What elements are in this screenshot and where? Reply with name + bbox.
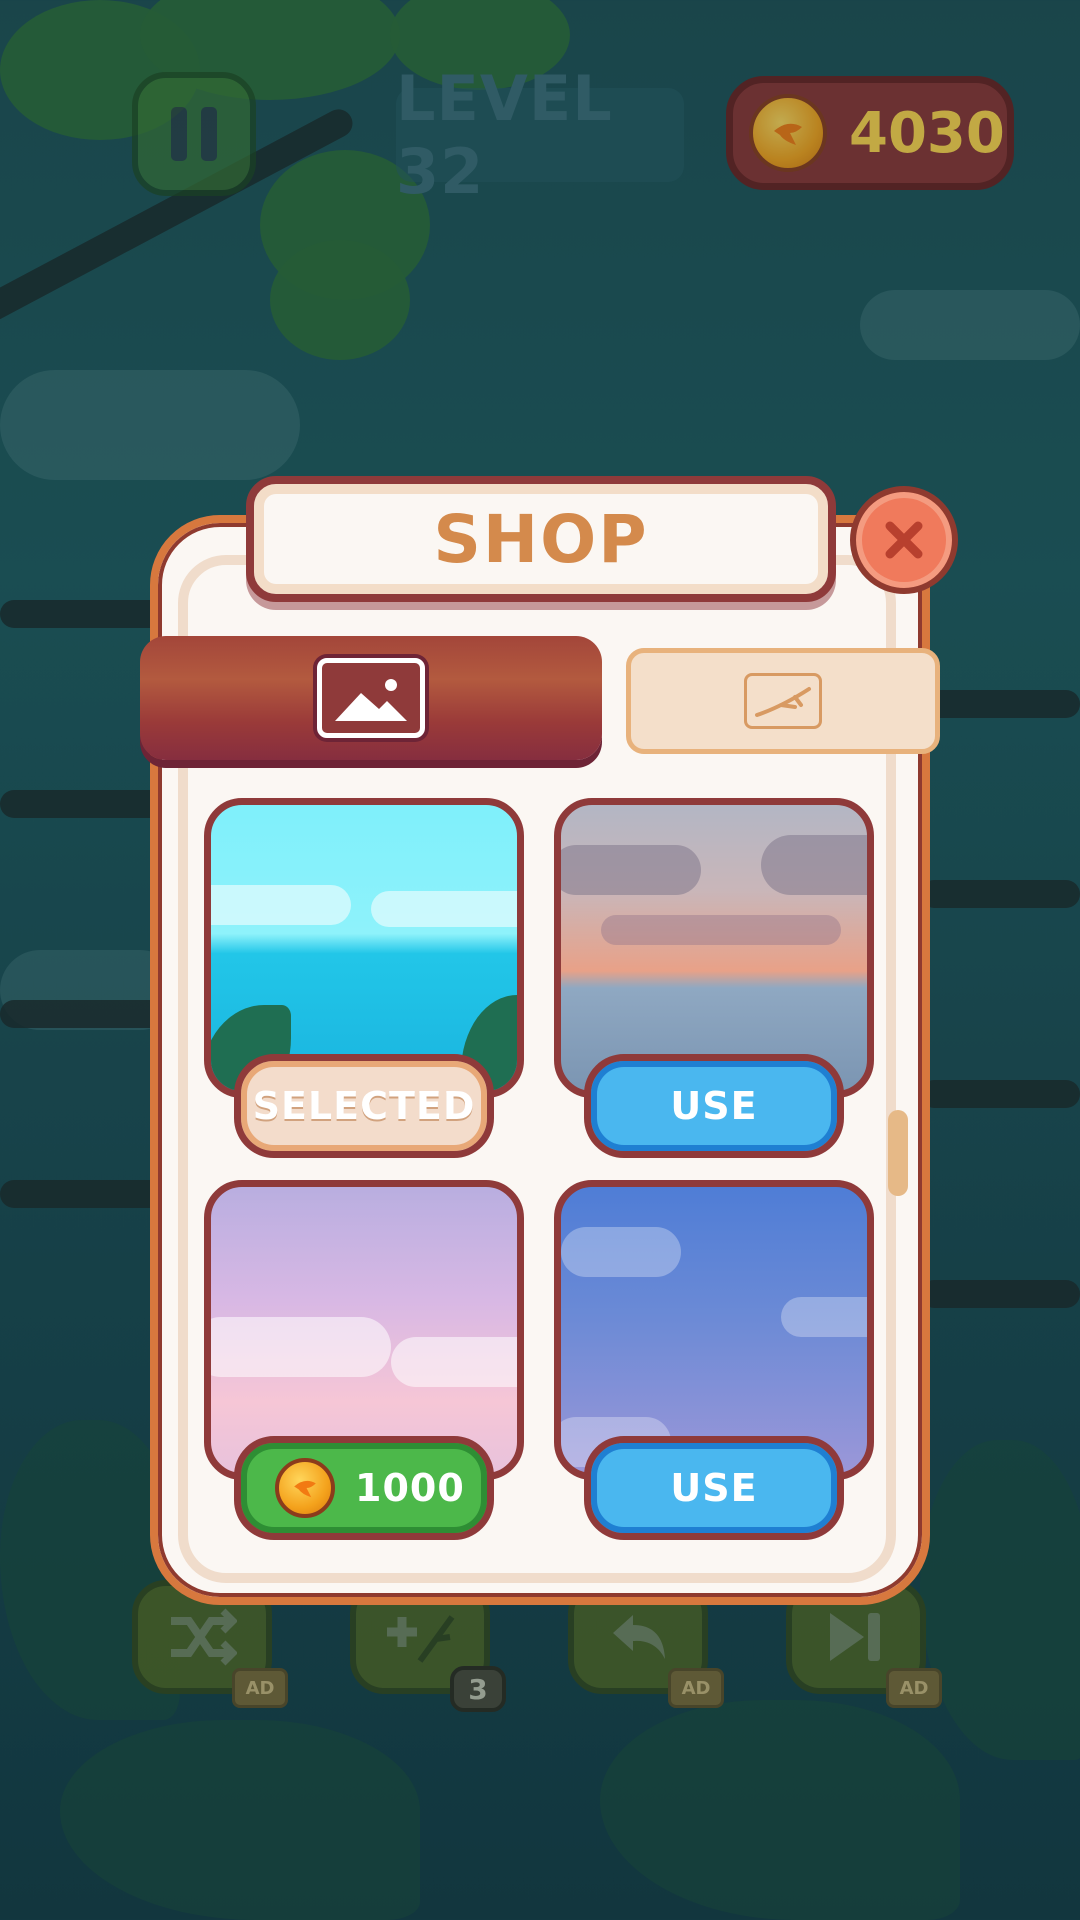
background-card-pink-sky[interactable] [204, 1180, 524, 1480]
background-card-sunset-sea[interactable] [554, 798, 874, 1098]
background-card-ocean-day[interactable] [204, 798, 524, 1098]
scrollbar[interactable] [888, 1110, 908, 1196]
selected-button[interactable]: SELECTED [234, 1054, 494, 1158]
background-card-blue-night[interactable] [554, 1180, 874, 1480]
coin-icon [275, 1458, 335, 1518]
use-button[interactable]: USE [584, 1054, 844, 1158]
price-label: 1000 [355, 1466, 465, 1510]
branch-icon [744, 673, 822, 729]
shop-title: SHOP [246, 476, 836, 602]
use-button[interactable]: USE [584, 1436, 844, 1540]
close-button[interactable] [850, 486, 958, 594]
tab-backgrounds[interactable] [140, 636, 602, 760]
buy-button[interactable]: 1000 [234, 1436, 494, 1540]
close-icon [885, 521, 923, 559]
image-icon [317, 658, 425, 738]
tab-branches[interactable] [626, 648, 940, 754]
